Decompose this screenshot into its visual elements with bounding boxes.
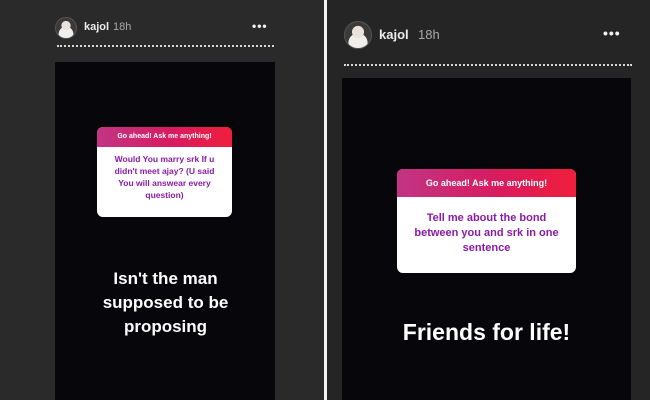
username[interactable]: kajol bbox=[379, 27, 409, 42]
question-text: Tell me about the bond between you and s… bbox=[414, 212, 559, 254]
question-sticker-header: Go ahead! Ask me anything! bbox=[97, 127, 232, 147]
timestamp: 18h bbox=[418, 27, 440, 42]
story-progress-bar bbox=[57, 45, 274, 47]
question-text: Would You marry srk If u didn't meet aja… bbox=[114, 154, 215, 200]
story-progress-bar bbox=[344, 64, 632, 66]
right-story-panel: kajol 18h ••• Go ahead! Ask me anything!… bbox=[327, 0, 650, 400]
answer-text: Isn't the man supposed to be proposing bbox=[102, 269, 229, 336]
left-story-panel: kajol 18h ••• Go ahead! Ask me anything!… bbox=[0, 0, 324, 400]
story-content: Go ahead! Ask me anything! Would You mar… bbox=[55, 62, 275, 400]
more-options-icon[interactable]: ••• bbox=[252, 19, 268, 33]
question-sticker-header: Go ahead! Ask me anything! bbox=[397, 169, 576, 197]
timestamp: 18h bbox=[113, 21, 132, 33]
avatar[interactable] bbox=[55, 17, 77, 39]
answer-text: Friends for life! bbox=[402, 319, 571, 345]
story-content: Go ahead! Ask me anything! Tell me about… bbox=[342, 78, 631, 400]
question-sticker: Go ahead! Ask me anything! Tell me about… bbox=[397, 169, 576, 273]
question-sticker: Go ahead! Ask me anything! Would You mar… bbox=[97, 127, 232, 217]
avatar[interactable] bbox=[344, 21, 372, 49]
more-options-icon[interactable]: ••• bbox=[603, 25, 621, 41]
username[interactable]: kajol bbox=[84, 21, 109, 33]
